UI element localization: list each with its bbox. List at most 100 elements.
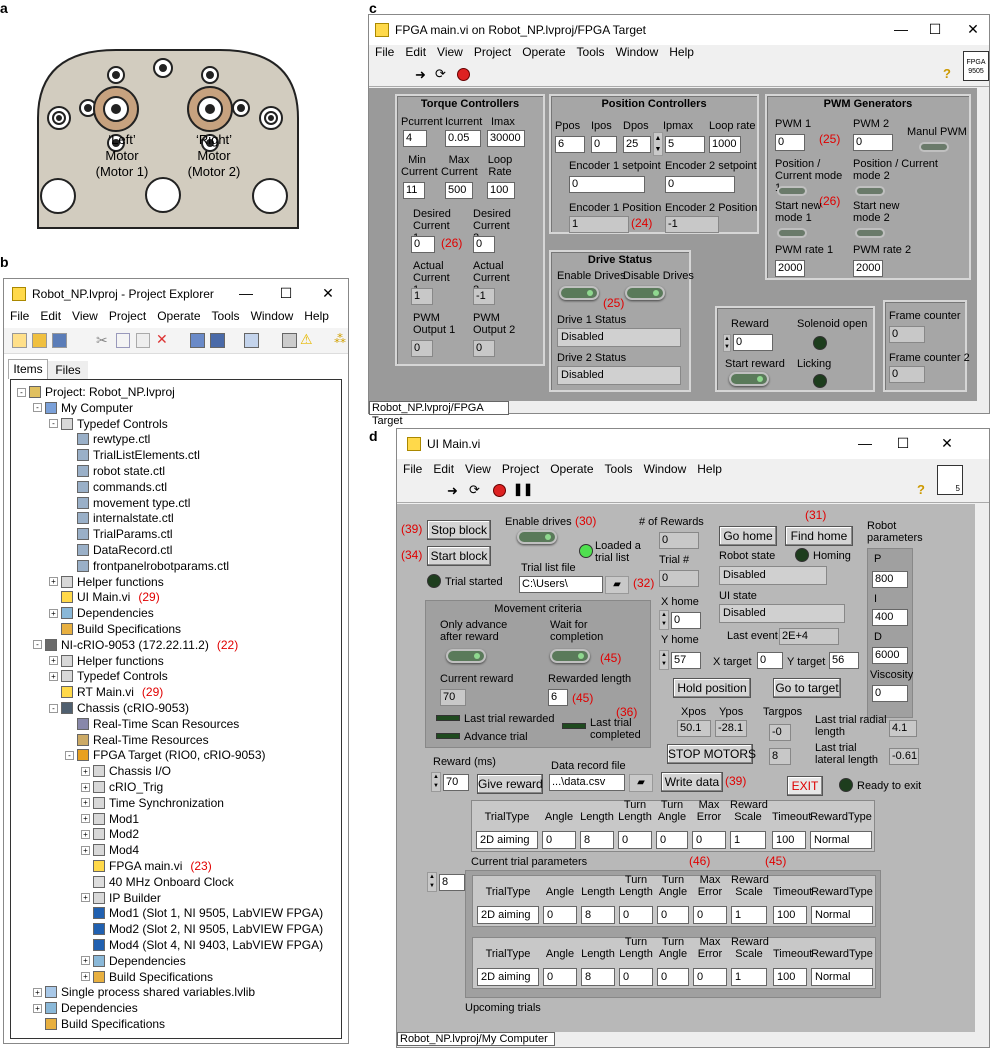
expand-icon[interactable]: +	[49, 577, 58, 587]
expand-icon[interactable]: +	[49, 608, 58, 618]
close-icon[interactable]: ✕	[937, 435, 957, 452]
tree-item[interactable]: + Dependencies	[49, 605, 154, 621]
table-cell[interactable]: 8	[581, 906, 615, 924]
pcurrent-input[interactable]: 4	[403, 130, 427, 147]
table-cell[interactable]: Normal	[811, 968, 873, 986]
tree-item[interactable]: internalstate.ctl	[65, 510, 174, 526]
tree-item[interactable]: + cRIO_Trig	[81, 779, 163, 795]
menu-edit[interactable]: Edit	[433, 459, 454, 479]
tree-item[interactable]: - FPGA Target (RIO0, cRIO-9053)	[65, 747, 266, 763]
enable-drives-toggle[interactable]	[517, 530, 557, 544]
tree-item[interactable]: Mod4 (Slot 4, NI 9403, LabVIEW FPGA)	[81, 937, 323, 953]
start-reward-toggle[interactable]	[729, 372, 769, 386]
tree-item[interactable]: + Mod4	[81, 842, 139, 858]
table-cell[interactable]: 0	[543, 906, 577, 924]
pwm-1-input[interactable]: 0	[775, 134, 805, 151]
x-home-input[interactable]: 0	[671, 612, 701, 629]
tree-item[interactable]: + Dependencies	[81, 953, 186, 969]
run-icon[interactable]: ➜	[447, 483, 458, 499]
deploy-icon[interactable]	[190, 333, 205, 348]
table-cell[interactable]: 0	[657, 906, 689, 924]
menu-edit[interactable]: Edit	[40, 309, 61, 327]
tree-item[interactable]: rewtype.ctl	[65, 431, 150, 447]
tree-item[interactable]: TrialListElements.ctl	[65, 447, 200, 463]
table-cell[interactable]: 100	[772, 831, 806, 849]
minimize-icon[interactable]: —	[891, 21, 911, 37]
open-icon[interactable]	[32, 333, 47, 348]
table-cell[interactable]: 0	[657, 968, 689, 986]
close-icon[interactable]: ✕	[318, 285, 338, 302]
menu-operate[interactable]: Operate	[550, 459, 593, 479]
tree-item[interactable]: - My Computer	[33, 400, 133, 416]
table-cell[interactable]: 0	[693, 906, 727, 924]
maximize-icon[interactable]: ☐	[893, 435, 913, 452]
menu-file[interactable]: File	[10, 309, 29, 327]
data-record-path-input[interactable]: ...\data.csv	[549, 774, 625, 791]
table-cell[interactable]: 1	[731, 906, 767, 924]
tree-item[interactable]: - NI-cRIO-9053 (172.22.11.2) (22)	[33, 637, 238, 653]
menu-operate[interactable]: Operate	[522, 45, 565, 63]
run-icon[interactable]: ➜	[415, 67, 426, 83]
menu-window[interactable]: Window	[251, 309, 294, 327]
expand-icon[interactable]: +	[81, 814, 90, 824]
write-data-button[interactable]: Write data	[661, 772, 723, 792]
menu-view[interactable]: View	[72, 309, 98, 327]
collapse-icon[interactable]: -	[65, 750, 74, 760]
y-target-input[interactable]: 56	[829, 652, 859, 669]
i-input[interactable]: 400	[872, 609, 908, 626]
go-to-target-button[interactable]: Go to target	[773, 678, 841, 698]
tree-item[interactable]: Real-Time Scan Resources	[65, 716, 239, 732]
tree-item[interactable]: UI Main.vi (29)	[49, 589, 160, 605]
new-icon[interactable]	[12, 333, 27, 348]
upcoming-index-stepper[interactable]: ▲ ▼	[427, 872, 437, 892]
tree-item[interactable]: - Project: Robot_NP.lvproj	[17, 384, 175, 400]
reward-ms-stepper[interactable]: ▲ ▼	[431, 772, 441, 792]
pause-icon[interactable]: ❚❚	[513, 482, 533, 496]
menu-window[interactable]: Window	[616, 45, 659, 63]
abort-icon[interactable]	[493, 484, 506, 497]
expand-icon[interactable]: +	[81, 956, 90, 966]
collapse-icon[interactable]: -	[49, 703, 58, 713]
p-input[interactable]: 800	[872, 571, 908, 588]
tree-item[interactable]: + IP Builder	[81, 890, 161, 906]
expand-icon[interactable]: +	[49, 671, 58, 681]
expand-icon[interactable]: +	[81, 798, 90, 808]
help-icon[interactable]: ?	[943, 66, 951, 81]
tree-item[interactable]: movement type.ctl	[65, 495, 190, 511]
copy-icon[interactable]	[116, 333, 130, 348]
desired-current-1-input[interactable]: 0	[411, 236, 435, 253]
delete-icon[interactable]: ✕	[156, 331, 168, 348]
pwm-rate-1-input[interactable]: 2000	[775, 260, 805, 277]
menu-help[interactable]: Help	[304, 309, 329, 327]
tree-item[interactable]: + Mod1	[81, 811, 139, 827]
tree-item[interactable]: + Dependencies	[33, 1000, 138, 1016]
menu-project[interactable]: Project	[502, 459, 539, 479]
vertical-scrollbar[interactable]	[975, 504, 989, 1034]
table-cell[interactable]: 100	[773, 968, 807, 986]
tab-items[interactable]: Items	[8, 359, 48, 379]
ipmax-input[interactable]: 5	[665, 136, 705, 153]
enable-drives-toggle[interactable]	[559, 286, 599, 300]
disable-drives-toggle[interactable]	[625, 286, 665, 300]
tree-item[interactable]: - Typedef Controls	[49, 416, 168, 432]
more-icon[interactable]: ⁂	[334, 332, 346, 346]
menu-file[interactable]: File	[403, 459, 422, 479]
ipos-input[interactable]: 0	[591, 136, 617, 153]
table-cell[interactable]: 0	[692, 831, 726, 849]
viscosity-input[interactable]: 0	[872, 685, 908, 702]
tree-item[interactable]: + Single process shared variables.lvlib	[33, 984, 255, 1000]
imax-input[interactable]: 30000	[487, 130, 525, 147]
wait-completion-toggle[interactable]	[550, 649, 590, 663]
vertical-scrollbar[interactable]	[977, 88, 989, 401]
desired-current-2-input[interactable]: 0	[473, 236, 495, 253]
view-icon[interactable]	[244, 333, 259, 348]
dpos-input[interactable]: 25	[623, 136, 651, 153]
encoder-1-setpoint-input[interactable]: 0	[569, 176, 645, 193]
table-cell[interactable]: 100	[773, 906, 807, 924]
menu-help[interactable]: Help	[669, 45, 694, 63]
table-cell[interactable]: Normal	[810, 831, 872, 849]
reward-stepper[interactable]: ▲ ▼	[723, 334, 731, 352]
tree-item[interactable]: robot state.ctl	[65, 463, 165, 479]
tree-item[interactable]: commands.ctl	[65, 479, 167, 495]
start-block-button[interactable]: Start block	[427, 546, 491, 566]
